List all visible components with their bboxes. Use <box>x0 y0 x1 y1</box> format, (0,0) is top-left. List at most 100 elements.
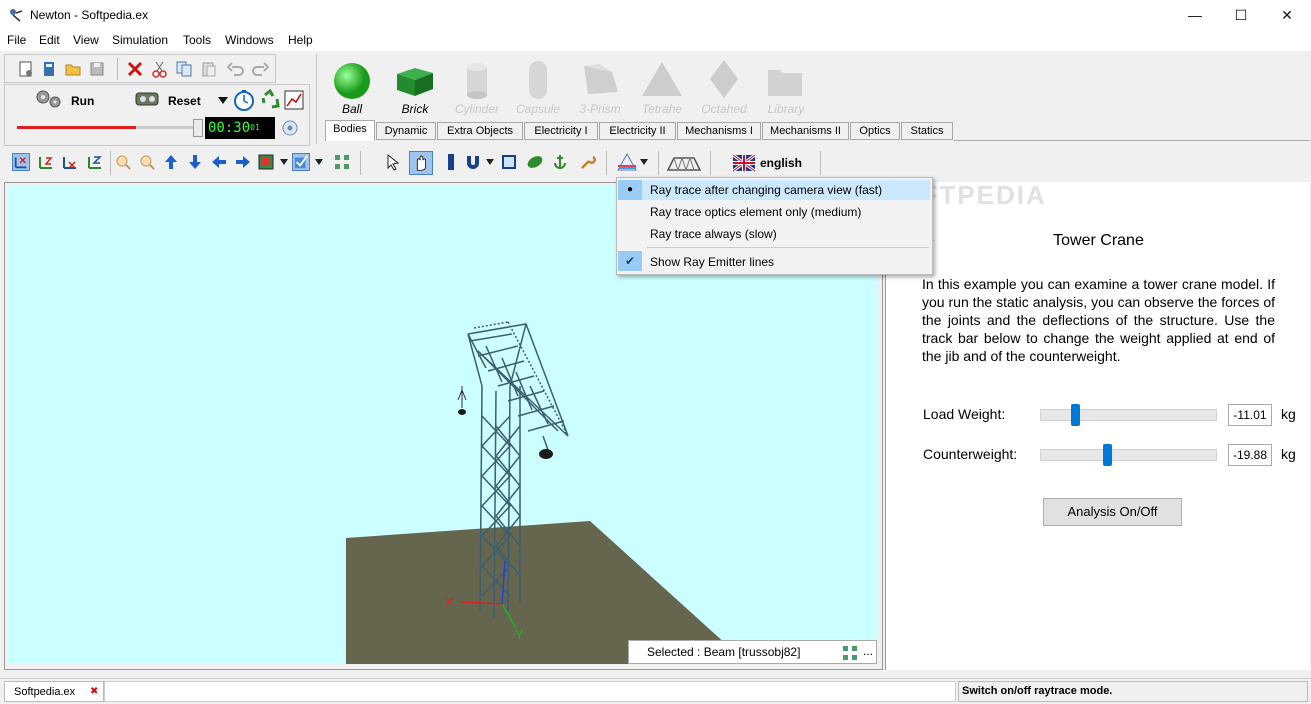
view-xz-icon[interactable] <box>61 153 79 171</box>
tab-statics[interactable]: Statics <box>901 122 953 140</box>
reset-label: Reset <box>168 94 201 108</box>
dropdown-arrow-icon[interactable] <box>217 95 229 105</box>
bridge-icon[interactable] <box>666 152 702 174</box>
shape-capsule-button[interactable]: Capsule <box>508 56 568 116</box>
wrench-icon[interactable] <box>579 153 597 171</box>
library-folder-icon <box>768 70 802 96</box>
counterweight-value[interactable]: -19.88 <box>1228 444 1272 466</box>
bounding-box-icon[interactable] <box>500 153 518 171</box>
analysis-toggle-button[interactable]: Analysis On/Off <box>1043 498 1182 526</box>
minimize-button[interactable]: — <box>1172 0 1218 30</box>
shape-brick-label: Brick <box>401 102 429 116</box>
axis-x-label: X <box>445 594 454 609</box>
checkbox-tool-icon[interactable] <box>292 153 310 171</box>
render-mode-icon[interactable] <box>257 153 275 171</box>
menu-item-raytrace-slow[interactable]: Ray trace always (slow) <box>650 227 777 241</box>
magnet-dropdown-icon[interactable] <box>486 159 494 165</box>
spring-tool-icon[interactable] <box>526 153 544 171</box>
menu-view[interactable]: View <box>73 33 99 47</box>
save-icon[interactable] <box>88 60 106 78</box>
pan-down-icon[interactable] <box>186 153 204 171</box>
tab-optics[interactable]: Optics <box>850 122 900 140</box>
checkmark-icon: ✔ <box>618 251 642 271</box>
cut-icon[interactable] <box>151 60 169 78</box>
menu-item-raytrace-fast[interactable]: Ray trace after changing camera view (fa… <box>650 183 882 197</box>
shape-brick-button[interactable]: Brick <box>385 56 445 116</box>
open-folder-icon[interactable] <box>64 60 82 78</box>
tab-extra-objects[interactable]: Extra Objects <box>437 122 523 140</box>
delete-icon[interactable] <box>126 60 144 78</box>
tab-bodies[interactable]: Bodies <box>325 120 375 141</box>
raytrace-dropdown-icon[interactable] <box>640 159 648 165</box>
fit-view-icon[interactable] <box>333 153 351 171</box>
graph-icon[interactable] <box>284 90 304 110</box>
language-selector[interactable]: english <box>730 152 818 174</box>
undo-icon[interactable] <box>227 60 245 78</box>
menu-item-show-ray-emitter[interactable]: Show Ray Emitter lines <box>650 255 774 269</box>
tab-electricity-1[interactable]: Electricity I <box>524 122 598 140</box>
magnet-tool-icon[interactable] <box>464 153 482 171</box>
pan-left-icon[interactable] <box>210 153 228 171</box>
view-3d-icon[interactable] <box>86 153 104 171</box>
pan-up-icon[interactable] <box>162 153 180 171</box>
run-button[interactable]: Run <box>35 89 105 111</box>
joint-tool-icon[interactable] <box>442 153 460 171</box>
reset-button[interactable]: Reset <box>133 89 213 111</box>
anchor-icon[interactable] <box>551 153 569 171</box>
copy-icon[interactable] <box>175 60 193 78</box>
close-tab-icon[interactable]: ✖ <box>90 686 98 697</box>
redo-icon[interactable] <box>251 60 269 78</box>
shape-cylinder-button[interactable]: Cylinder <box>447 56 507 116</box>
new-file-icon[interactable] <box>17 60 35 78</box>
counterweight-slider-thumb[interactable] <box>1103 444 1113 466</box>
shape-octahedron-button[interactable]: Octahed <box>694 56 754 116</box>
render-dropdown-icon[interactable] <box>280 159 288 165</box>
language-label: english <box>760 156 803 170</box>
shape-tetrahedron-button[interactable]: Tetrahe <box>632 56 692 116</box>
shape-library-button[interactable]: Library <box>756 56 816 116</box>
menu-help[interactable]: Help <box>288 33 313 47</box>
menu-simulation[interactable]: Simulation <box>112 33 168 47</box>
load-weight-slider[interactable] <box>1040 409 1217 421</box>
tab-dynamic[interactable]: Dynamic <box>376 122 436 140</box>
ball-icon <box>334 63 370 99</box>
counterweight-label: Counterweight: <box>923 446 1018 462</box>
tab-mechanisms-1[interactable]: Mechanisms I <box>677 122 761 140</box>
stopwatch-icon[interactable] <box>233 89 255 111</box>
time-settings-icon[interactable] <box>281 119 299 137</box>
paste-icon[interactable] <box>200 60 218 78</box>
tab-electricity-2[interactable]: Electricity II <box>599 122 676 140</box>
prism-icon <box>584 64 618 94</box>
menu-edit[interactable]: Edit <box>39 33 60 47</box>
more-button[interactable]: ... <box>863 644 873 658</box>
document-tab[interactable]: Softpedia.ex ✖ <box>4 681 104 702</box>
hand-tool-icon[interactable] <box>409 151 433 175</box>
expand-view-icon[interactable] <box>841 644 859 662</box>
checkbox-dropdown-icon[interactable] <box>315 159 323 165</box>
counterweight-slider[interactable] <box>1040 449 1217 461</box>
shape-ball-button[interactable]: Ball <box>322 56 382 116</box>
menu-file[interactable]: File <box>7 33 26 47</box>
load-weight-slider-thumb[interactable] <box>1071 404 1081 426</box>
raytrace-prism-icon[interactable] <box>616 152 638 172</box>
recycle-icon[interactable] <box>261 89 281 111</box>
counterweight-block <box>539 449 553 459</box>
view-xy-icon[interactable] <box>12 153 30 171</box>
zoom-out-icon[interactable] <box>138 153 156 171</box>
load-weight-value[interactable]: -11.01 <box>1228 404 1272 426</box>
menu-item-raytrace-medium[interactable]: Ray trace optics element only (medium) <box>650 205 861 219</box>
maximize-button[interactable]: ☐ <box>1218 0 1264 30</box>
menu-tools[interactable]: Tools <box>183 33 211 47</box>
notebook-icon[interactable] <box>40 60 58 78</box>
zoom-in-icon[interactable] <box>114 153 132 171</box>
select-arrow-icon[interactable] <box>385 153 403 171</box>
simulation-progress-track[interactable] <box>17 126 197 129</box>
close-button[interactable]: ✕ <box>1264 0 1310 30</box>
tetrahedron-icon <box>642 62 682 96</box>
tab-mechanisms-2[interactable]: Mechanisms II <box>762 122 849 140</box>
pan-right-icon[interactable] <box>234 153 252 171</box>
menu-windows[interactable]: Windows <box>225 33 274 47</box>
progress-slider-thumb[interactable] <box>193 119 203 137</box>
shape-prism-button[interactable]: 3-Prism <box>570 56 630 116</box>
view-yz-icon[interactable] <box>37 153 55 171</box>
